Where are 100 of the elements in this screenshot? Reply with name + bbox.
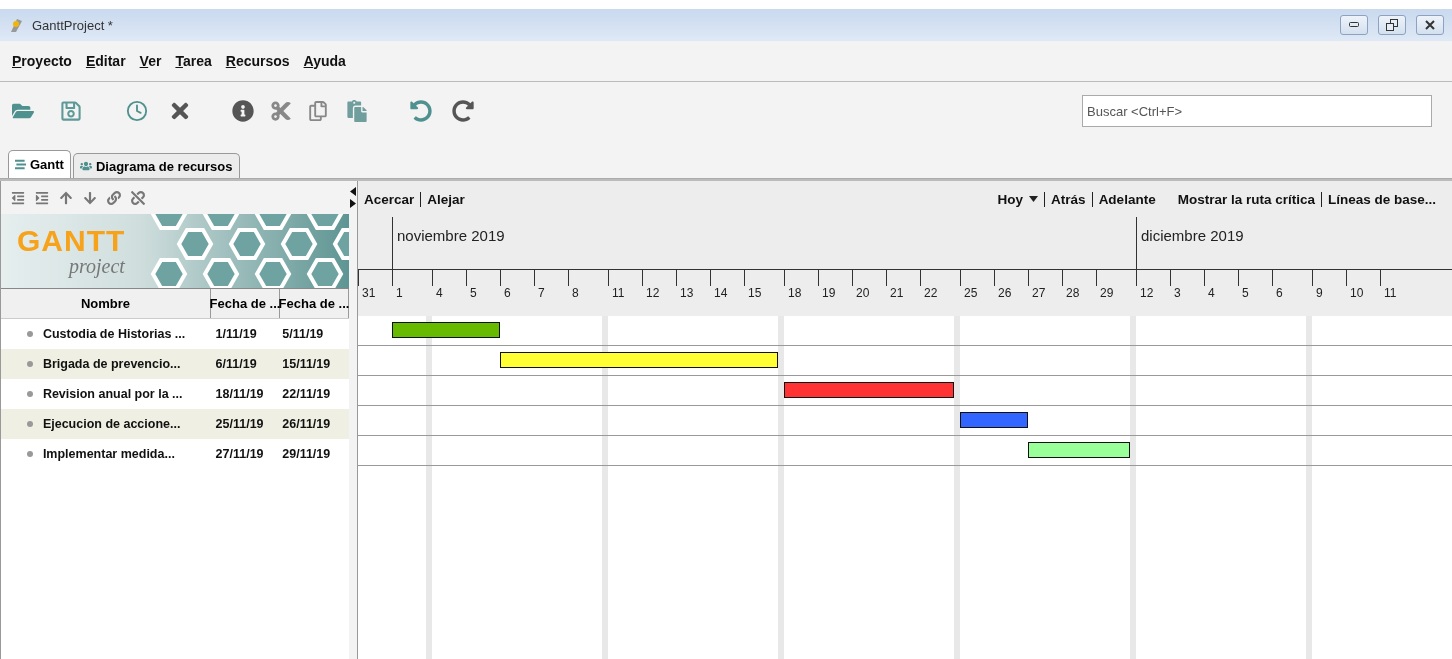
day-label: 13 [679,286,694,300]
day-label: 26 [997,286,1012,300]
day-label: 6 [503,286,511,300]
menu-item[interactable]: Ver [139,53,162,69]
day-label: 4 [1207,286,1215,300]
search-field[interactable]: Buscar <Ctrl+F> [1082,95,1432,127]
task-name[interactable]: Revision anual por la ... [42,387,216,401]
indent-icon[interactable] [35,190,49,205]
day-label: 9 [1315,286,1323,300]
task-name[interactable]: Ejecucion de accione... [42,417,216,431]
start-date: 25/11/19 [215,417,265,431]
end-date: 15/11/19 [282,357,332,371]
tree-icon [15,159,26,170]
end-date: 5/11/19 [282,327,325,341]
people-icon [79,160,92,172]
arrow-down-icon[interactable] [83,190,97,205]
toolbar-link[interactable]: Adelante [1098,191,1156,207]
menu-item[interactable]: Recursos [225,53,290,69]
paste-icon[interactable] [346,100,368,122]
start-date: 1/11/19 [215,327,258,341]
day-label: 19 [821,286,836,300]
column-header[interactable]: Fecha de ... [211,289,280,318]
arrow-up-icon[interactable] [59,190,73,205]
day-label: 18 [787,286,802,300]
unlink-icon[interactable] [131,190,145,205]
app-logo-icon [8,17,24,33]
bullet-icon [27,391,33,397]
column-header[interactable]: Nombre [1,289,211,318]
bullet-icon [27,331,33,337]
start-date: 6/11/19 [215,357,258,371]
bullet-icon [27,361,33,367]
end-date: 26/11/19 [282,417,332,431]
month-label: diciembre 2019 [1140,227,1244,244]
bullet-icon [27,451,33,457]
day-label: 12 [645,286,660,300]
end-date: 29/11/19 [282,447,332,461]
outdent-icon[interactable] [11,190,25,205]
day-label: 20 [855,286,870,300]
day-label: 31 [361,286,376,300]
menu-item[interactable]: Ayuda [303,53,346,69]
day-label: 14 [713,286,728,300]
tab[interactable]: Diagrama de recursos [72,153,240,178]
restore-icon [1386,19,1398,31]
day-label: 3 [1173,286,1181,300]
minimize-icon [1349,22,1359,28]
day-label: 25 [963,286,978,300]
copy-icon[interactable] [308,101,328,121]
clock-icon[interactable] [126,100,148,122]
redo-icon[interactable] [452,100,474,122]
task-name[interactable]: Custodia de Historias ... [42,327,216,341]
month-label: noviembre 2019 [396,227,505,244]
day-label: 28 [1065,286,1080,300]
minimize-button[interactable] [1340,15,1368,35]
toolbar-link[interactable]: Acercar [364,191,415,207]
day-label: 21 [889,286,904,300]
logo-subtitle: project [69,256,126,276]
day-label: 7 [537,286,545,300]
day-label: 15 [747,286,762,300]
task-name[interactable]: Brigada de prevencio... [42,357,216,371]
task-bar[interactable] [1028,442,1130,458]
menu-item[interactable]: Editar [85,53,126,69]
bullet-icon [27,421,33,427]
day-label: 11 [611,286,625,300]
menu-item[interactable]: Proyecto [12,53,72,69]
menu-item[interactable]: Tarea [175,53,212,69]
toolbar-link[interactable]: Líneas de base... [1327,191,1436,207]
toolbar-link[interactable]: Mostrar la ruta crítica [1177,191,1315,207]
close-button[interactable] [1416,15,1444,35]
day-label: 22 [923,286,938,300]
column-header[interactable]: Fecha de ... [280,289,349,318]
info-icon[interactable] [232,100,254,122]
task-name[interactable]: Implementar medida... [42,447,216,461]
undo-icon[interactable] [410,100,432,122]
day-label: 12 [1139,286,1154,300]
logo-text: GANTT [17,226,126,256]
save-icon[interactable] [60,100,82,122]
task-bar[interactable] [392,322,500,338]
link-icon[interactable] [107,190,121,205]
collapse-arrows-icon[interactable] [350,187,356,209]
restore-button[interactable] [1378,15,1406,35]
day-label: 8 [571,286,579,300]
toolbar-link[interactable]: Alejar [427,191,465,207]
day-label: 27 [1031,286,1046,300]
day-label: 29 [1099,286,1114,300]
caret-icon [1029,196,1039,202]
day-label: 10 [1349,286,1364,300]
day-label: 5 [469,286,477,300]
today-dropdown[interactable]: Hoy [997,191,1039,207]
start-date: 18/11/19 [215,387,265,401]
task-bar[interactable] [500,352,778,368]
start-date: 27/11/19 [215,447,265,461]
day-label: 11 [1383,286,1397,300]
toolbar-link[interactable]: Atrás [1051,191,1086,207]
day-label: 6 [1275,286,1283,300]
day-label: 1 [395,286,403,300]
end-date: 22/11/19 [282,387,332,401]
close-icon [1425,20,1435,30]
tab[interactable]: Gantt [8,150,71,178]
scissors-icon[interactable] [270,100,292,122]
window-title: GanttProject * [32,17,114,33]
